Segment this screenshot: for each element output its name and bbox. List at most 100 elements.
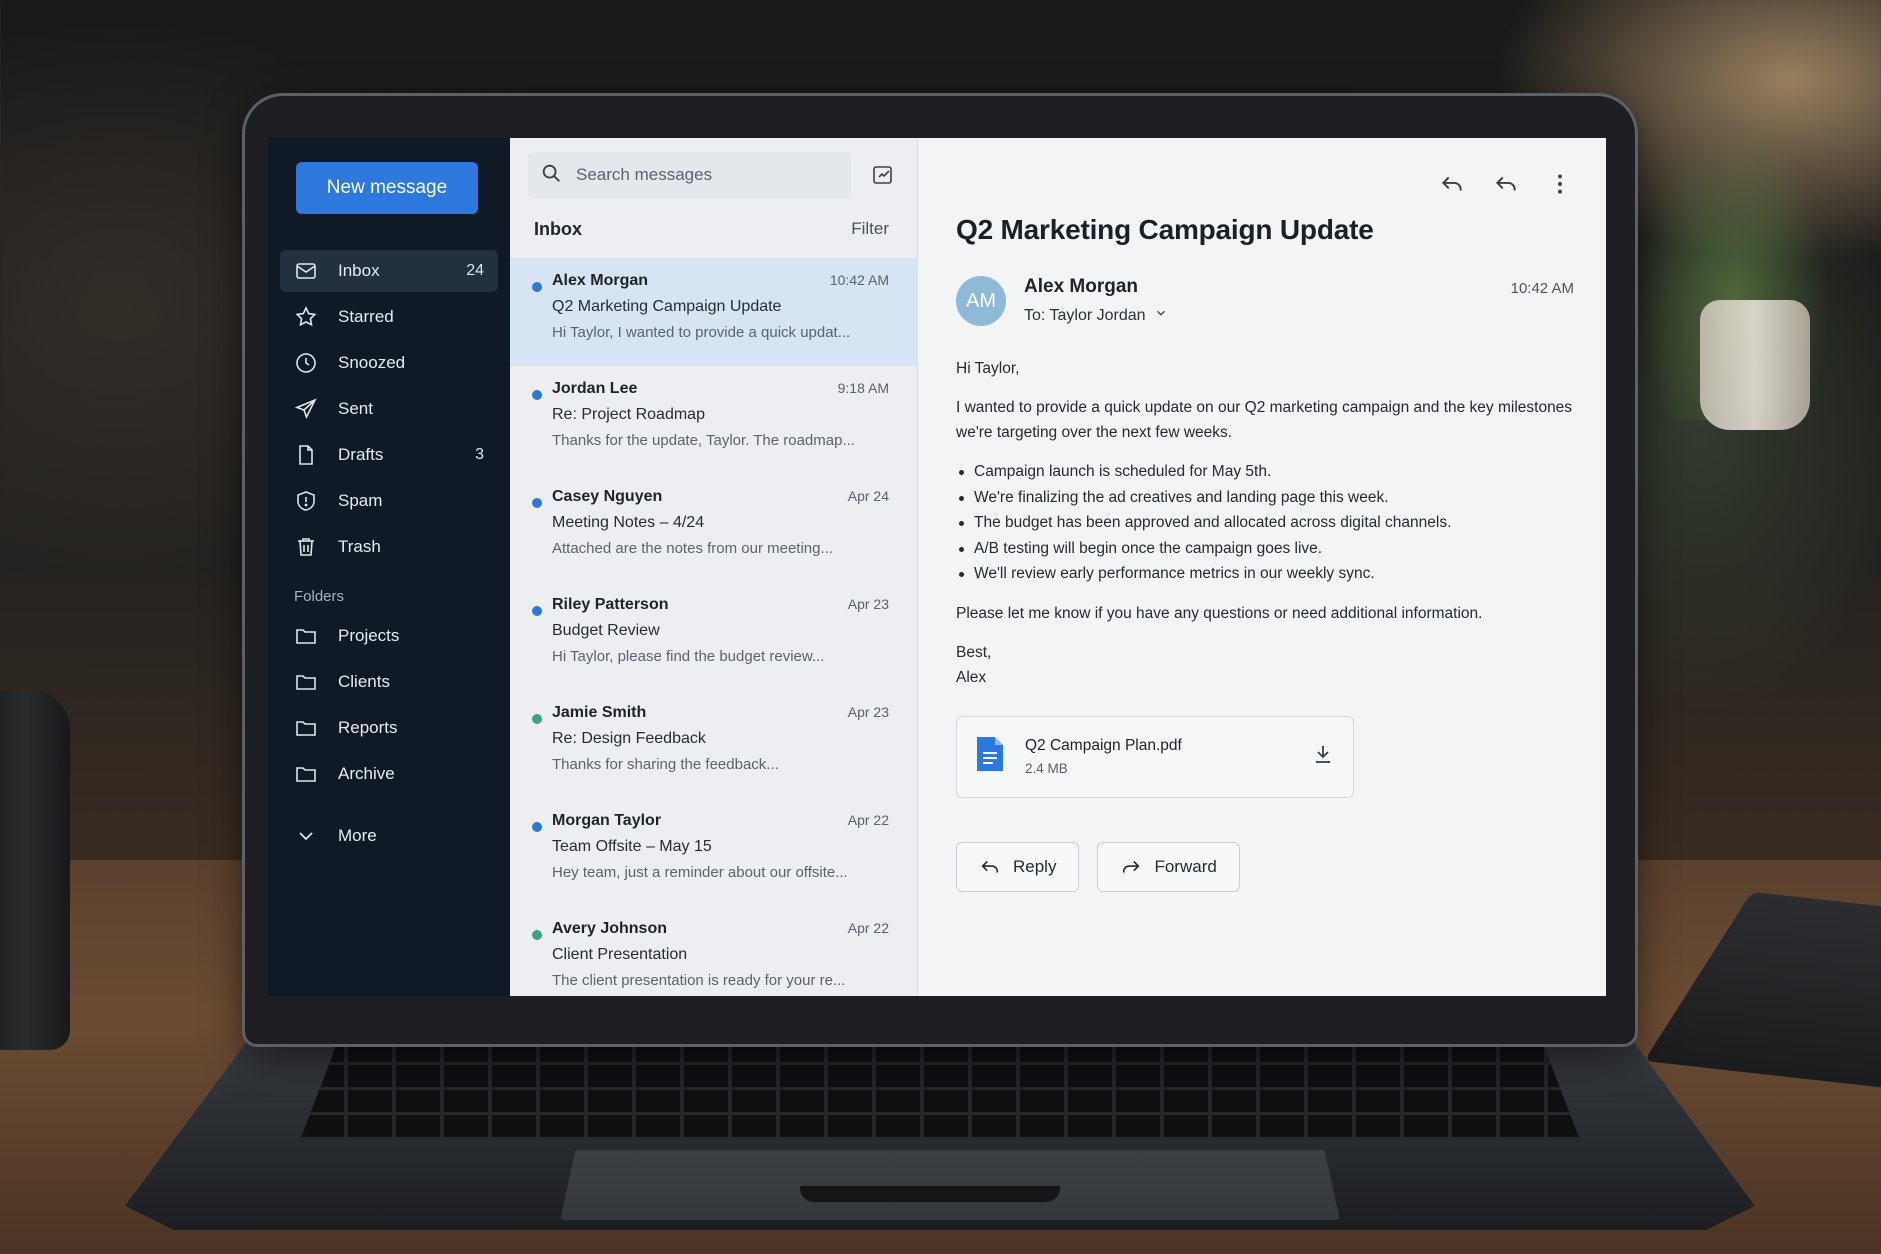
chevron-down-icon [1146, 306, 1168, 325]
laptop-trackpad [560, 1150, 1340, 1220]
sidebar-folder-clients[interactable]: Clients [280, 661, 498, 703]
sidebar-item-trash[interactable]: Trash [280, 526, 498, 568]
message-sender: Jamie Smith [552, 704, 647, 721]
email-greeting: Hi Taylor, [956, 360, 1020, 377]
unread-count-badge: 24 [466, 262, 484, 279]
reply-all-icon[interactable] [1490, 168, 1522, 200]
mail-app-window: New message Inbox 24 Starred Snoozed Sen… [268, 138, 1606, 996]
laptop-keyboard-rows [300, 1040, 1580, 1140]
email-signature: Alex [956, 668, 987, 686]
list-item: Campaign launch is scheduled for May 5th… [956, 459, 1574, 485]
message-row[interactable]: Jamie Smith Apr 23 Re: Design Feedback Th… [510, 690, 917, 798]
sidebar-item-label: Reports [338, 718, 398, 737]
sender-row: AM Alex Morgan To: Taylor Jordan 10:42 A… [956, 276, 1574, 326]
message-sender: Morgan Taylor [552, 812, 662, 829]
chevron-down-icon [294, 824, 318, 848]
attachment-name: Q2 Campaign Plan.pdf [1025, 737, 1182, 754]
forward-button-label: Forward [1154, 856, 1217, 876]
draft-icon [294, 443, 318, 467]
reply-button[interactable]: Reply [956, 841, 1080, 892]
message-row[interactable]: Riley Patterson Apr 23 Budget Review Hi T… [510, 582, 917, 690]
sidebar-item-label: Spam [338, 491, 383, 510]
message-time: Apr 22 [847, 920, 889, 936]
message-row[interactable]: Alex Morgan 10:42 AM Q2 Marketing Campaig… [510, 258, 917, 366]
message-row[interactable]: Jordan Lee 9:18 AM Re: Project Roadmap Th… [510, 366, 917, 474]
message-preview: Hi Taylor, I wanted to provide a quick u… [552, 324, 851, 341]
email-timestamp: 10:42 AM [1510, 280, 1574, 297]
sidebar-item-label: Archive [338, 764, 395, 783]
forward-icon [1123, 860, 1140, 872]
sidebar-folder-archive[interactable]: Archive [280, 753, 498, 795]
message-row[interactable]: Morgan Taylor Apr 22 Team Offsite – May 1… [510, 798, 917, 906]
list-item: We'll review early performance metrics i… [956, 561, 1574, 587]
sidebar-more-toggle[interactable]: More [280, 815, 498, 857]
unread-dot [532, 390, 542, 400]
message-sender: Avery Johnson [552, 920, 667, 937]
sidebar-item-snoozed[interactable]: Snoozed [280, 342, 498, 384]
message-time: Apr 23 [847, 596, 889, 612]
message-time: Apr 22 [847, 812, 889, 828]
message-time: 10:42 AM [829, 272, 889, 288]
list-item: The budget has been approved and allocat… [956, 510, 1574, 536]
recipient-line: To: Taylor Jordan [1024, 306, 1146, 324]
sidebar-item-label: Clients [338, 672, 390, 691]
sidebar-item-sent[interactable]: Sent [280, 388, 498, 430]
download-icon[interactable] [1311, 742, 1335, 771]
reply-icon[interactable] [1436, 168, 1468, 200]
sidebar-item-label: Sent [338, 399, 373, 418]
folder-icon [294, 670, 318, 694]
list-title: Inbox [534, 218, 582, 239]
sender-name: Alex Morgan [1024, 276, 1139, 297]
message-subject: Re: Project Roadmap [552, 406, 705, 423]
forward-button[interactable]: Forward [1097, 841, 1240, 892]
status-dot [532, 930, 542, 940]
attachment-size: 2.4 MB [1025, 761, 1068, 776]
reply-button-label: Reply [1013, 856, 1057, 876]
message-time: Apr 23 [847, 704, 889, 720]
message-row[interactable]: Avery Johnson Apr 22 Client Presentation … [510, 906, 917, 996]
sidebar-item-label: Starred [338, 307, 394, 326]
list-item: We're finalizing the ad creatives and la… [956, 485, 1574, 511]
mailbox-nav: Inbox 24 Starred Snoozed Sent Drafts 3 S… [280, 250, 498, 568]
sidebar-item-inbox[interactable]: Inbox 24 [280, 250, 498, 292]
attachment-card[interactable]: Q2 Campaign Plan.pdf 2.4 MB [956, 715, 1354, 798]
avatar: AM [956, 276, 1006, 326]
sidebar: New message Inbox 24 Starred Snoozed Sen… [268, 138, 510, 996]
spam-icon [294, 489, 318, 513]
message-preview: Hey team, just a reminder about our offs… [552, 864, 848, 881]
unread-dot [532, 822, 542, 832]
email-body: Hi Taylor, I wanted to provide a quick u… [956, 356, 1574, 690]
message-preview: The client presentation is ready for you… [552, 972, 846, 989]
sidebar-item-spam[interactable]: Spam [280, 480, 498, 522]
sidebar-folder-reports[interactable]: Reports [280, 707, 498, 749]
sidebar-item-label: Trash [338, 537, 381, 556]
message-time: Apr 24 [847, 488, 889, 504]
more-options-icon[interactable] [1544, 168, 1576, 200]
folders-heading: Folders [294, 588, 345, 605]
filter-button[interactable]: Filter [851, 219, 889, 239]
sidebar-item-label: Inbox [338, 261, 380, 280]
laptop-hinge [800, 1186, 1060, 1202]
attachment-info: Q2 Campaign Plan.pdf 2.4 MB [1025, 737, 1311, 776]
message-row[interactable]: Casey Nguyen Apr 24 Meeting Notes – 4/24 … [510, 474, 917, 582]
recipients-toggle[interactable]: To: Taylor Jordan [1024, 306, 1168, 325]
star-icon [294, 305, 318, 329]
unread-dot [532, 282, 542, 292]
send-icon [294, 397, 318, 421]
new-message-button[interactable]: New message [296, 162, 478, 214]
folder-icon [294, 716, 318, 740]
sidebar-item-drafts[interactable]: Drafts 3 [280, 434, 498, 476]
message-subject: Client Presentation [552, 946, 688, 963]
sidebar-item-label: Projects [338, 626, 400, 645]
email-closing: Please let me know if you have any quest… [956, 604, 1483, 622]
sidebar-item-starred[interactable]: Starred [280, 296, 498, 338]
sidebar-item-label: Snoozed [338, 353, 406, 372]
compose-icon[interactable] [861, 153, 905, 197]
search-box[interactable] [528, 152, 851, 198]
sidebar-folder-projects[interactable]: Projects [280, 615, 498, 657]
search-input[interactable] [576, 165, 776, 185]
sender-info: Alex Morgan To: Taylor Jordan [1024, 276, 1168, 326]
message-time: 9:18 AM [837, 380, 889, 396]
message-subject: Re: Design Feedback [552, 730, 706, 747]
list-header: Inbox Filter [510, 198, 917, 244]
